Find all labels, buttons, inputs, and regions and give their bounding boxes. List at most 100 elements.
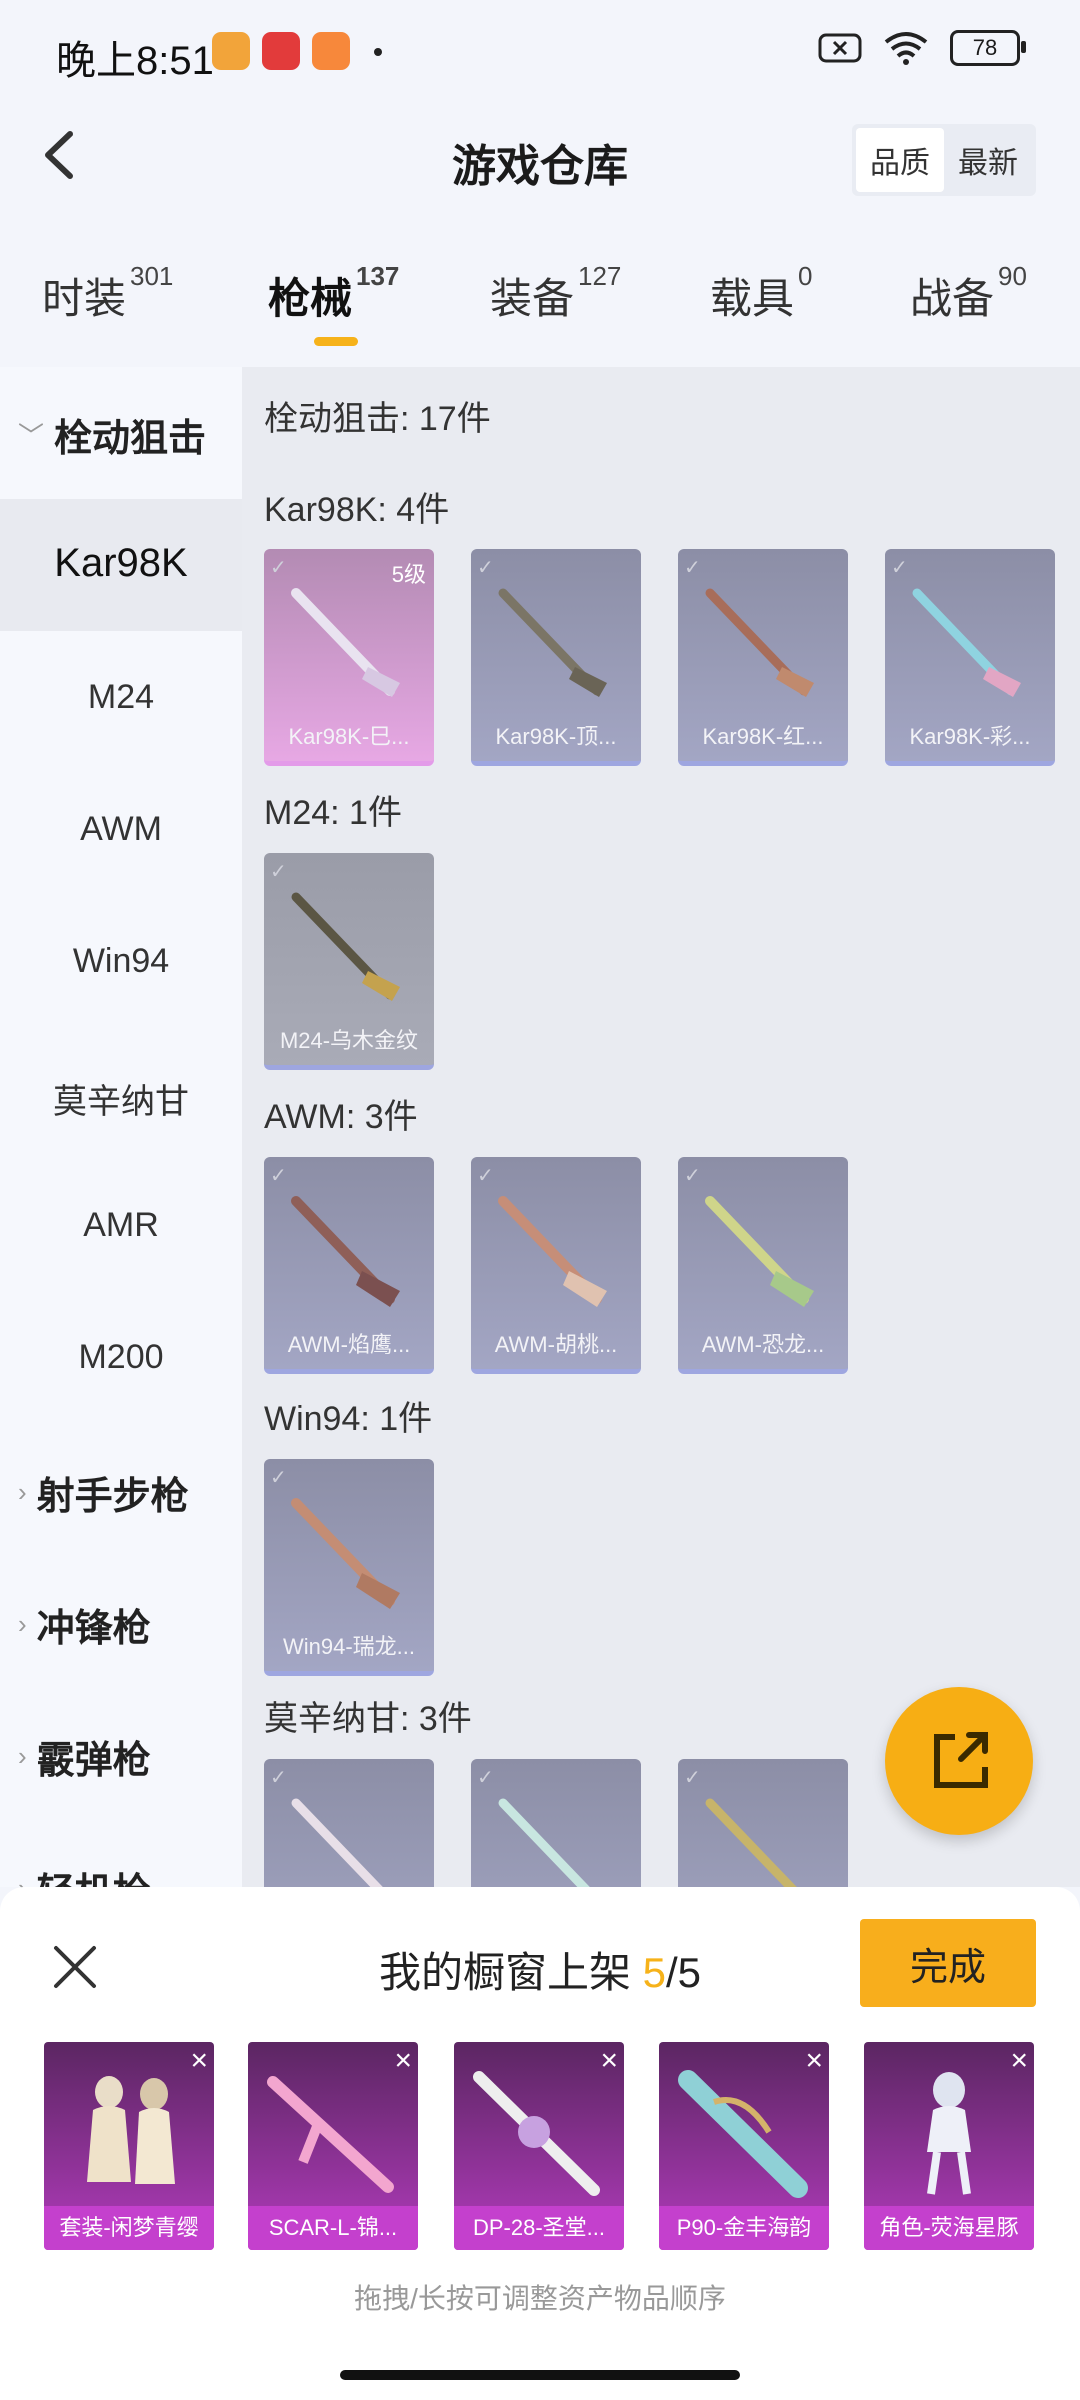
item-name: Kar98K-彩... — [909, 724, 1031, 749]
checkmark-icon: ✓ — [477, 557, 494, 579]
item-card[interactable]: ✓ AWM-焰鹰... — [264, 1157, 434, 1374]
tab-supplies[interactable]: 战备 90 — [910, 261, 1027, 326]
item-name: AWM-焰鹰... — [287, 1332, 411, 1357]
chevron-right-icon: › — [18, 1609, 27, 1639]
item-card[interactable]: ✓ Kar98K-彩... — [885, 549, 1055, 766]
showcase-item[interactable]: × DP-28-圣堂... — [454, 2042, 624, 2250]
status-time: 晚上8:51 — [56, 39, 214, 83]
tab-active-indicator — [314, 337, 358, 346]
rifle-icon — [291, 1498, 400, 1609]
header: 游戏仓库 品质 最新 — [0, 100, 1080, 220]
checkmark-icon: ✓ — [891, 557, 908, 579]
chevron-right-icon: › — [18, 1477, 27, 1507]
item-name: M24-乌木金纹 — [279, 1028, 419, 1053]
rifle-icon — [912, 588, 1021, 697]
section-title: M24: 1件 — [264, 794, 402, 832]
item-card[interactable]: ✓ AWM-恐龙... — [678, 1157, 848, 1374]
checkmark-icon: ✓ — [684, 1165, 701, 1187]
showcase-item-label: DP-28-圣堂... — [454, 2206, 624, 2250]
checkmark-icon: ✓ — [270, 1467, 287, 1489]
sidebar-group-label: 冲锋枪 — [36, 1608, 151, 1650]
showcase-sheet: 我的橱窗上架 5/5 完成 × 套装-闲梦青缨 × SCAR-L-锦... × … — [0, 1887, 1080, 2400]
item-card[interactable]: ✓ — [678, 1759, 848, 1887]
weapon-sidebar: ﹀ 栓动狙击 Kar98K M24 AWM Win94 莫辛纳甘 AMR M200… — [0, 367, 242, 1914]
rifle-icon — [705, 588, 814, 697]
item-card[interactable]: ✓ 5级 Kar98K-巳... — [264, 549, 434, 766]
checkmark-icon: ✓ — [684, 557, 701, 579]
tab-label: 装备 — [490, 275, 575, 322]
item-card[interactable]: ✓ Kar98K-顶... — [471, 549, 641, 766]
battery-icon: 78 — [950, 30, 1026, 66]
status-bar: 晚上8:51 78 — [0, 0, 1080, 100]
sidebar-item-win94[interactable]: Win94 — [0, 942, 242, 981]
smg-icon — [678, 2070, 808, 2198]
showcase-item[interactable]: × 套装-闲梦青缨 — [44, 2042, 214, 2250]
category-tabs: 时装 301 枪械 137 装备 127 载具 0 战备 90 — [0, 255, 1080, 355]
tab-equipment[interactable]: 装备 127 — [490, 261, 621, 326]
checkmark-icon: ✓ — [477, 1165, 494, 1187]
checkmark-icon: ✓ — [270, 557, 287, 579]
sidebar-item-awm[interactable]: AWM — [0, 810, 242, 849]
showcase-item[interactable]: × P90-金丰海韵 — [659, 2042, 829, 2250]
section-title: Win94: 1件 — [264, 1400, 433, 1438]
rifle-icon — [291, 892, 400, 1001]
battery-level: 78 — [972, 35, 998, 60]
rifle-icon — [267, 2076, 394, 2193]
sidebar-item-amr[interactable]: AMR — [0, 1206, 242, 1245]
sort-toggle: 品质 最新 — [852, 124, 1036, 196]
showcase-item-label: P90-金丰海韵 — [659, 2206, 829, 2250]
sidebar-item-kar98k[interactable]: Kar98K — [0, 541, 242, 586]
showcase-item-label: 套装-闲梦青缨 — [44, 2206, 214, 2250]
sort-quality-button[interactable]: 品质 — [856, 128, 944, 192]
tab-fashion[interactable]: 时装 301 — [42, 261, 173, 326]
done-button[interactable]: 完成 — [860, 1919, 1036, 2007]
machine-gun-icon — [473, 2071, 600, 2196]
sidebar-group-bolt-action[interactable]: ﹀ 栓动狙击 — [18, 407, 206, 462]
rifle-icon — [705, 1798, 797, 1887]
item-name: Kar98K-巳... — [288, 724, 410, 749]
item-card[interactable]: ✓ — [264, 1759, 434, 1887]
section-title: 莫辛纳甘: 3件 — [264, 1700, 472, 1738]
section-title: AWM: 3件 — [264, 1098, 418, 1136]
checkmark-icon: ✓ — [270, 1767, 287, 1789]
showcase-title-text: 我的橱窗上架 — [378, 1949, 631, 1996]
section-title: Kar98K: 4件 — [264, 491, 450, 529]
item-card[interactable]: ✓ Kar98K-红... — [678, 549, 848, 766]
item-card[interactable]: ✓ Win94-瑞龙... — [264, 1459, 434, 1676]
showcase-count: 5 — [642, 1949, 666, 1996]
character-icon — [927, 2072, 971, 2195]
sidebar-group-smg[interactable]: › 冲锋枪 — [18, 1597, 151, 1652]
share-fab-button[interactable] — [885, 1687, 1033, 1835]
tab-weapons[interactable]: 枪械 137 — [268, 261, 399, 326]
no-sim-icon — [818, 33, 862, 63]
tab-label: 枪械 — [268, 275, 353, 322]
home-indicator[interactable] — [340, 2370, 740, 2380]
tab-label: 时装 — [42, 275, 127, 322]
rifle-icon — [291, 588, 400, 697]
tab-count: 127 — [578, 261, 622, 291]
tab-count: 301 — [130, 261, 174, 291]
sidebar-item-m24[interactable]: M24 — [0, 678, 242, 717]
app-icon-3 — [312, 32, 350, 70]
app-icon-2 — [262, 32, 300, 70]
tab-count: 0 — [798, 261, 813, 291]
sidebar-item-m200[interactable]: M200 — [0, 1338, 242, 1377]
item-card[interactable]: ✓ — [471, 1759, 641, 1887]
outfit-icon — [87, 2076, 175, 2184]
item-card[interactable]: ✓ AWM-胡桃... — [471, 1157, 641, 1374]
tab-count: 90 — [998, 261, 1027, 291]
showcase-item[interactable]: × 角色-荧海星豚 — [864, 2042, 1034, 2250]
sidebar-group-label: 霰弹枪 — [36, 1740, 151, 1782]
sidebar-item-mosin[interactable]: 莫辛纳甘 — [0, 1074, 242, 1123]
sort-newest-button[interactable]: 最新 — [944, 128, 1032, 192]
item-name: Kar98K-顶... — [495, 724, 617, 749]
tab-vehicles[interactable]: 载具 0 — [710, 261, 812, 326]
sidebar-group-dmr[interactable]: › 射手步枪 — [18, 1465, 189, 1520]
checkmark-icon: ✓ — [270, 861, 287, 883]
item-card[interactable]: ✓ M24-乌木金纹 — [264, 853, 434, 1070]
sidebar-group-shotgun[interactable]: › 霰弹枪 — [18, 1729, 151, 1784]
chevron-down-icon: ﹀ — [18, 421, 45, 451]
rifle-icon — [291, 1798, 383, 1887]
showcase-item[interactable]: × SCAR-L-锦... — [248, 2042, 418, 2250]
category-summary: 栓动狙击: 17件 — [264, 400, 491, 438]
